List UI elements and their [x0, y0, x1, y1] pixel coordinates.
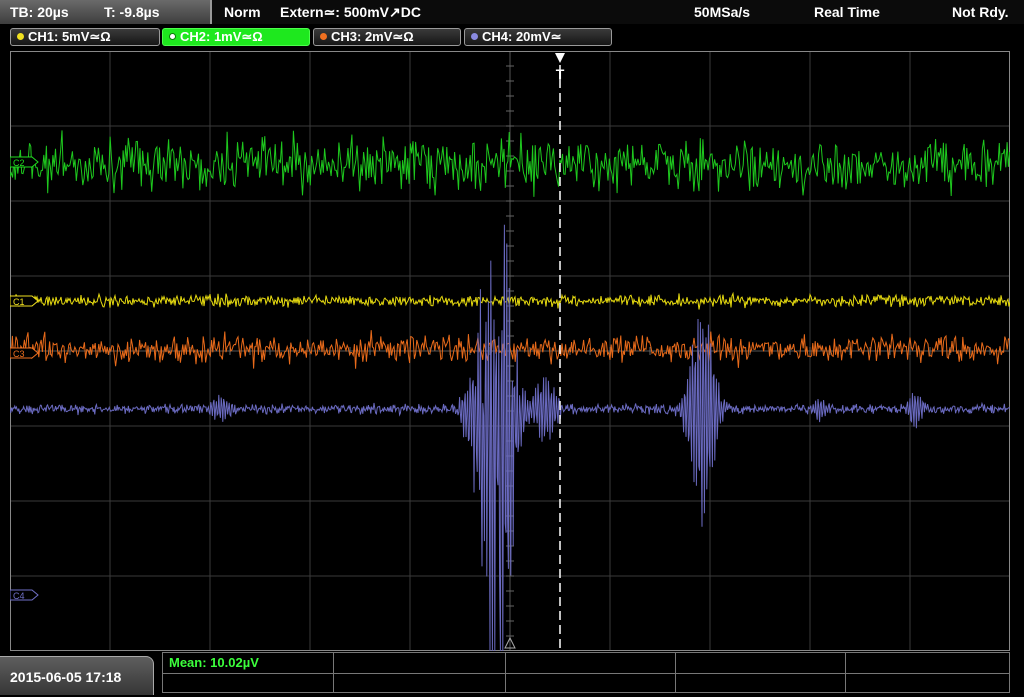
- channel-2-button[interactable]: CH2: 1mV≃Ω: [162, 28, 310, 46]
- channel-bar: CH1: 5mV≃Ω CH2: 1mV≃Ω CH3: 2mV≃Ω CH4: 20…: [0, 26, 1024, 48]
- trigger-marker-label: T: [556, 66, 565, 82]
- channel-2-dot-icon: [169, 33, 176, 40]
- mean-measurement: Mean: 10.02µV: [169, 655, 259, 670]
- channel-3-button[interactable]: CH3: 2mV≃Ω: [313, 28, 461, 46]
- svg-text:C4: C4: [13, 591, 25, 601]
- datetime-label: 2015-06-05 17:18: [10, 669, 122, 685]
- channel-3-dot-icon: [320, 33, 327, 40]
- timebase-box[interactable]: TB: 20µs T: -9.8µs: [0, 0, 212, 24]
- timebase-label: TB: 20µs: [10, 4, 69, 20]
- measurement-separator: [675, 653, 676, 692]
- channel-4-dot-icon: [471, 33, 478, 40]
- acquisition-status: Not Rdy.: [952, 4, 1009, 20]
- svg-text:C1: C1: [13, 297, 25, 307]
- measurement-panel[interactable]: Mean: 10.02µV: [162, 652, 1010, 693]
- waveform-display[interactable]: T C2 C1 C3 C4: [10, 51, 1010, 651]
- acquisition-mode: Real Time: [814, 4, 880, 20]
- channel-1-dot-icon: [17, 33, 24, 40]
- channel-1-button[interactable]: CH1: 5mV≃Ω: [10, 28, 160, 46]
- bottom-bar: 2015-06-05 17:18 Mean: 10.02µV: [0, 652, 1024, 695]
- channel-3-label: CH3: 2mV≃Ω: [331, 29, 414, 44]
- channel-1-label: CH1: 5mV≃Ω: [28, 29, 111, 44]
- measurement-separator: [333, 653, 334, 692]
- trigger-time-label: T: -9.8µs: [104, 4, 160, 20]
- top-status-bar: TB: 20µs T: -9.8µs Norm Extern≃: 500mV↗D…: [0, 0, 1024, 24]
- trigger-source[interactable]: Extern≃: 500mV↗DC: [280, 0, 421, 24]
- channel-2-label: CH2: 1mV≃Ω: [180, 29, 263, 44]
- trigger-mode[interactable]: Norm: [224, 0, 261, 24]
- svg-text:C2: C2: [13, 158, 25, 168]
- measurement-separator: [845, 653, 846, 692]
- measurement-separator: [505, 653, 506, 692]
- channel-4-label: CH4: 20mV≃: [482, 29, 562, 44]
- svg-text:C3: C3: [13, 349, 25, 359]
- datetime-box[interactable]: 2015-06-05 17:18: [0, 656, 154, 695]
- measurement-divider: [163, 673, 1009, 674]
- sample-rate: 50MSa/s: [694, 4, 751, 20]
- channel-4-button[interactable]: CH4: 20mV≃: [464, 28, 612, 46]
